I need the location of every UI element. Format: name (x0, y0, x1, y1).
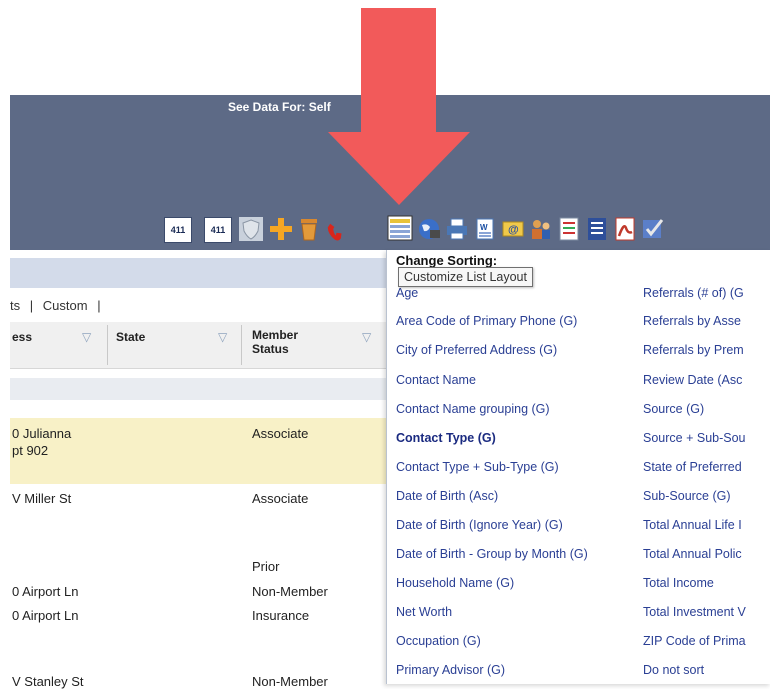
sort-option[interactable]: State of Preferred (643, 460, 742, 474)
shield-icon[interactable] (238, 216, 264, 242)
address-cell: V Stanley St (12, 674, 84, 689)
people-icon[interactable] (528, 216, 554, 242)
trash-icon[interactable] (296, 216, 322, 242)
sort-option[interactable]: Source + Sub-Sou (643, 431, 746, 445)
411-icon[interactable]: 411 (164, 217, 192, 243)
phone-icon[interactable] (326, 216, 352, 242)
sort-menu-title: Change Sorting: (396, 253, 498, 268)
sort-option[interactable]: Sub-Source (G) (643, 489, 731, 503)
sort-option[interactable]: Contact Type + Sub-Type (G) (396, 460, 559, 474)
view-link[interactable]: ts (10, 298, 20, 313)
custom-view-link[interactable]: Custom (43, 298, 88, 313)
sort-option[interactable]: Household Name (G) (396, 576, 514, 590)
column-header-state[interactable]: State (116, 330, 145, 344)
member-status-cell: Prior (252, 559, 280, 574)
411-icon[interactable]: 411 (204, 217, 232, 243)
word-export-icon[interactable]: W (472, 216, 498, 242)
address-cell: 0 Airport Ln (12, 608, 79, 623)
member-status-cell: Non-Member (252, 674, 328, 689)
sort-option[interactable]: Date of Birth (Ignore Year) (G) (396, 518, 563, 532)
address-cell: 0 Airport Ln (12, 584, 79, 599)
sort-option[interactable]: Referrals by Asse (643, 314, 741, 328)
column-divider (241, 325, 242, 365)
document-icon[interactable] (584, 216, 610, 242)
sort-option[interactable]: Do not sort (643, 663, 704, 677)
sort-option-selected[interactable]: Contact Type (G) (396, 431, 496, 445)
member-status-cell: Insurance (252, 608, 310, 623)
member-status-cell: Associate (252, 426, 309, 441)
svg-text:W: W (480, 223, 488, 232)
sort-option[interactable]: Contact Name (396, 373, 476, 387)
sort-option[interactable]: Net Worth (396, 605, 452, 619)
printer-icon[interactable] (444, 216, 470, 242)
view-links: ts | Custom | (10, 298, 107, 313)
filter-icon[interactable]: ▽ (362, 330, 371, 344)
column-header-address[interactable]: ess (12, 330, 32, 344)
group-row (10, 378, 386, 400)
list-subheader (10, 258, 386, 288)
svg-text:@: @ (508, 224, 519, 236)
member-status-cell: Associate (252, 491, 309, 506)
plus-icon[interactable] (268, 216, 294, 242)
table-header (10, 322, 386, 369)
sort-option[interactable]: Referrals by Prem (643, 343, 744, 357)
member-status-cell: Non-Member (252, 584, 328, 599)
sort-option[interactable]: Total Investment V (643, 605, 746, 619)
sort-option[interactable]: Date of Birth (Asc) (396, 489, 498, 503)
globe-icon[interactable] (416, 216, 442, 242)
separator: | (97, 298, 101, 313)
column-divider (107, 325, 108, 365)
sort-option[interactable]: Review Date (Asc (643, 373, 742, 387)
email-icon[interactable]: @ (500, 216, 526, 242)
red-arrow-icon (328, 8, 470, 205)
sort-option[interactable]: Total Income (643, 576, 714, 590)
sort-option[interactable]: Date of Birth - Group by Month (G) (396, 547, 588, 561)
sort-option[interactable]: Total Annual Life I (643, 518, 742, 532)
see-data-for-label: See Data For: Self (228, 100, 331, 114)
pdf-icon[interactable] (612, 216, 638, 242)
address-cell: 0 Julianna (12, 426, 72, 441)
address-cell: pt 902 (12, 443, 49, 458)
sort-option[interactable]: Occupation (G) (396, 634, 481, 648)
sort-option[interactable]: Source (G) (643, 402, 704, 416)
sort-option[interactable]: Contact Name grouping (G) (396, 402, 550, 416)
sort-option[interactable]: City of Preferred Address (G) (396, 343, 557, 357)
sort-option[interactable]: Referrals (# of) (G (643, 286, 744, 300)
sort-option[interactable]: Primary Advisor (G) (396, 663, 505, 677)
address-cell: V Miller St (12, 491, 72, 506)
separator: | (29, 298, 34, 313)
sort-option[interactable]: Area Code of Primary Phone (G) (396, 314, 577, 328)
list-layout-icon[interactable] (386, 214, 414, 242)
sort-option[interactable]: Age (396, 286, 418, 300)
filter-icon[interactable]: ▽ (218, 330, 227, 344)
task-check-icon[interactable] (640, 216, 666, 242)
column-header-member-status[interactable]: Member Status (252, 328, 298, 356)
sort-option[interactable]: ZIP Code of Prima (643, 634, 746, 648)
sort-option[interactable]: Total Annual Polic (643, 547, 742, 561)
filter-icon[interactable]: ▽ (82, 330, 91, 344)
checklist-icon[interactable] (556, 216, 582, 242)
customize-layout-tooltip: Customize List Layout (398, 267, 533, 287)
